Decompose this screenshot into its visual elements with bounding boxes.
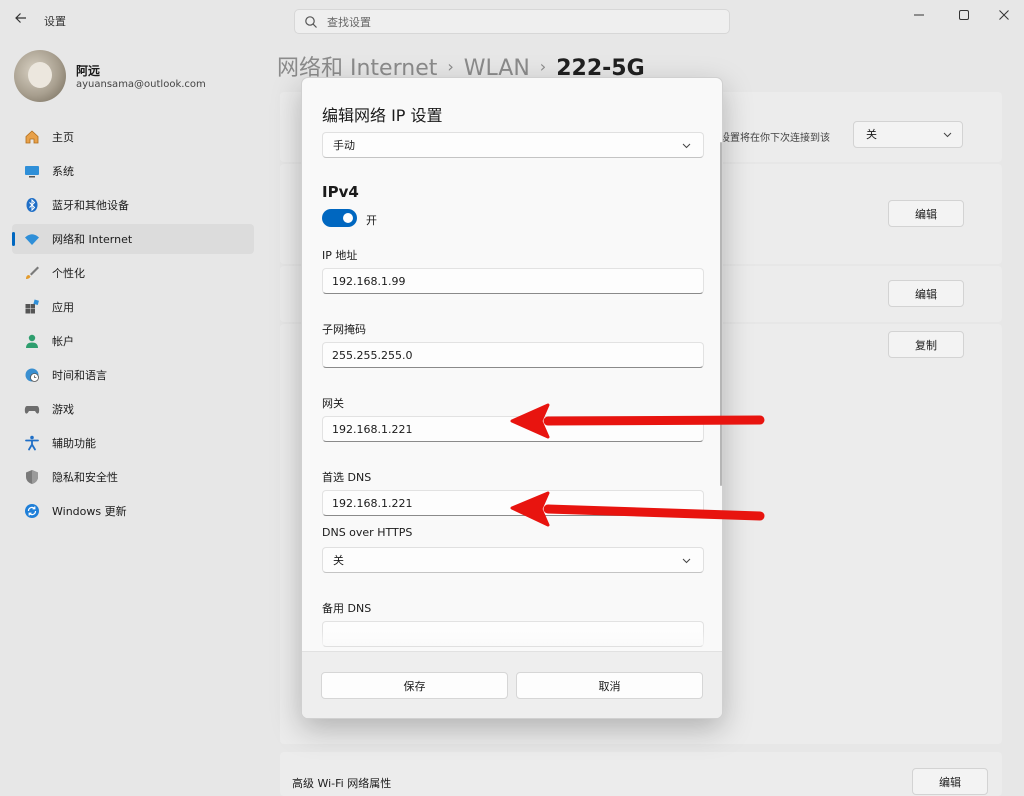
dialog-scrollbar[interactable] [720,142,722,486]
maximize-icon [959,10,969,20]
advanced-wifi-label: 高级 Wi-Fi 网络属性 [292,777,392,790]
dialog-footer: 保存 取消 [302,651,722,718]
avatar[interactable] [14,50,66,102]
preferred-dns-label: 首选 DNS [322,471,372,484]
sidebar-item-accounts[interactable]: 帐户 [12,326,254,356]
random-address-select[interactable]: 关 [853,121,963,148]
edit-ip-dialog: 编辑网络 IP 设置 手动 IPv4 开 IP 地址 子网掩码 网关 首选 DN… [301,77,723,719]
ipv4-toggle[interactable] [322,209,357,227]
home-icon [24,129,40,145]
minimize-icon [914,14,924,16]
dns-over-https-label: DNS over HTTPS [322,526,413,539]
sidebar-item-system[interactable]: 系统 [12,156,254,186]
random-address-text: 设置将在你下次连接到该 [720,133,830,144]
alternate-dns-label: 备用 DNS [322,602,372,615]
sidebar-item-network[interactable]: 网络和 Internet [12,224,254,254]
sidebar-item-windows-update[interactable]: Windows 更新 [12,496,254,526]
maximize-button[interactable] [949,6,979,24]
sidebar-item-bluetooth[interactable]: 蓝牙和其他设备 [12,190,254,220]
gateway-label: 网关 [322,397,344,410]
shield-icon [24,469,40,485]
search-icon [305,16,317,28]
app-title: 设置 [44,15,66,28]
ipv4-toggle-label: 开 [366,214,377,227]
brush-icon [24,265,40,281]
minimize-button[interactable] [904,6,934,24]
bluetooth-icon [24,197,40,213]
close-icon [999,10,1009,20]
sidebar-item-gaming[interactable]: 游戏 [12,394,254,424]
edit-button[interactable]: 编辑 [888,200,964,227]
dialog-title: 编辑网络 IP 设置 [322,106,443,125]
search-box[interactable] [294,9,730,34]
gamepad-icon [24,401,40,417]
apps-icon [24,299,40,315]
sidebar-item-apps[interactable]: 应用 [12,292,254,322]
cancel-button[interactable]: 取消 [516,672,703,699]
update-icon [24,503,40,519]
settings-window: 设置 阿远 ayuansama@outlook.com 主页 系统 [0,0,1024,796]
ip-mode-select[interactable]: 手动 [322,132,704,158]
nav-list: 主页 系统 蓝牙和其他设备 网络和 Internet 个性化 应用 帐户 时间和… [12,122,254,530]
chevron-right-icon: › [539,57,547,76]
chevron-right-icon: › [447,57,454,76]
search-input[interactable] [327,13,717,31]
chevron-down-icon [943,132,952,138]
title-bar: 设置 [0,0,1024,40]
sidebar-item-time-language[interactable]: 时间和语言 [12,360,254,390]
sidebar-item-home[interactable]: 主页 [12,122,254,152]
scroll-fade [320,631,710,651]
person-icon [24,333,40,349]
save-button[interactable]: 保存 [321,672,508,699]
ip-address-label: IP 地址 [322,249,358,262]
user-email: ayuansama@outlook.com [76,79,206,90]
copy-button[interactable]: 复制 [888,331,964,358]
sidebar-item-privacy[interactable]: 隐私和安全性 [12,462,254,492]
dns-over-https-select[interactable]: 关 [322,547,704,573]
sidebar-item-personalization[interactable]: 个性化 [12,258,254,288]
close-button[interactable] [989,6,1019,24]
ipv4-heading: IPv4 [322,183,359,201]
globe-clock-icon [24,367,40,383]
advanced-edit-button[interactable]: 编辑 [912,768,988,795]
sidebar-item-accessibility[interactable]: 辅助功能 [12,428,254,458]
subnet-mask-input[interactable] [322,342,704,368]
ip-address-input[interactable] [322,268,704,294]
preferred-dns-input[interactable] [322,490,704,516]
arrow-left-icon [15,13,26,23]
accessibility-icon [24,435,40,451]
wifi-icon [24,231,40,247]
sidebar: 阿远 ayuansama@outlook.com 主页 系统 蓝牙和其他设备 网… [0,40,270,796]
edit-dns-button[interactable]: 编辑 [888,280,964,307]
user-name: 阿远 [76,64,101,78]
chevron-down-icon [682,143,691,149]
subnet-mask-label: 子网掩码 [322,323,366,336]
back-button[interactable] [10,10,32,30]
gateway-input[interactable] [322,416,704,442]
chevron-down-icon [682,558,691,564]
monitor-icon [24,163,40,179]
